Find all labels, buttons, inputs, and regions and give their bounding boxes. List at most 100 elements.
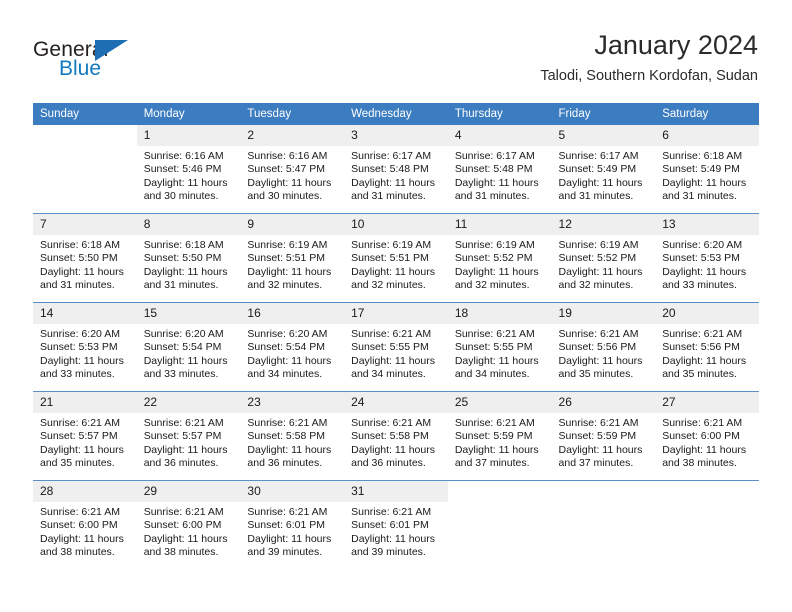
- day-daylight2-text: and 39 minutes.: [247, 546, 323, 559]
- day-sunset-text: Sunset: 5:48 PM: [351, 163, 429, 176]
- calendar-day-cell[interactable]: 8 Sunrise: 6:18 AM Sunset: 5:50 PM Daylight…: [136, 213, 241, 303]
- generalblue-logo[interactable]: General Blue: [33, 38, 153, 82]
- day-number: 15: [136, 303, 241, 324]
- calendar-day-cell[interactable]: 19 Sunrise: 6:21 AM Sunset: 5:56 PM Dayligh…: [551, 302, 656, 392]
- day-daylight2-text: and 39 minutes.: [351, 546, 426, 559]
- day-sunset-text: Sunset: 5:56 PM: [558, 341, 637, 354]
- calendar-day-cell[interactable]: 21 Sunrise: 6:21 AM Sunset: 5:57 PM Dayligh…: [33, 391, 137, 481]
- day-sunset-text: Sunset: 5:54 PM: [247, 341, 326, 354]
- day-number: 18: [447, 303, 552, 324]
- day-number: 29: [136, 481, 241, 502]
- calendar-day-cell[interactable]: 23 Sunrise: 6:21 AM Sunset: 5:58 PM Dayligh…: [240, 391, 345, 481]
- day-sunrise-text: Sunrise: 6:18 AM: [40, 239, 120, 251]
- day-number: 16: [240, 303, 345, 324]
- calendar-day-cell[interactable]: 17 Sunrise: 6:21 AM Sunset: 5:55 PM Dayligh…: [344, 302, 448, 392]
- day-daylight2-text: and 33 minutes.: [40, 368, 115, 381]
- calendar-day-cell[interactable]: 13 Sunrise: 6:20 AM Sunset: 5:53 PM Dayligh…: [655, 213, 759, 303]
- calendar-day-cell[interactable]: 28 Sunrise: 6:21 AM Sunset: 6:00 PM Dayligh…: [33, 480, 137, 569]
- calendar-day-cell[interactable]: 9 Sunrise: 6:19 AM Sunset: 5:51 PM Daylight…: [240, 213, 345, 303]
- calendar-day-cell[interactable]: 5 Sunrise: 6:17 AM Sunset: 5:49 PM Daylight…: [551, 125, 656, 214]
- calendar-day-cell[interactable]: 12 Sunrise: 6:19 AM Sunset: 5:52 PM Dayligh…: [551, 213, 656, 303]
- calendar-day-cell-empty: [33, 125, 137, 214]
- page-subtitle: Talodi, Southern Kordofan, Sudan: [540, 68, 758, 84]
- calendar-day-cell[interactable]: 4 Sunrise: 6:17 AM Sunset: 5:48 PM Daylight…: [447, 125, 552, 214]
- day-sun-details: Sunrise: 6:21 AM Sunset: 5:56 PM Daylight:…: [655, 324, 759, 382]
- calendar-day-cell[interactable]: 14 Sunrise: 6:20 AM Sunset: 5:53 PM Dayligh…: [33, 302, 137, 392]
- day-sunset-text: Sunset: 5:50 PM: [40, 252, 118, 265]
- day-daylight2-text: and 35 minutes.: [662, 368, 737, 381]
- day-sunset-text: Sunset: 5:55 PM: [454, 341, 533, 354]
- day-sun-details: Sunrise: 6:20 AM Sunset: 5:54 PM Daylight:…: [240, 324, 344, 382]
- day-number: 9: [240, 214, 345, 235]
- day-sunrise-text: Sunrise: 6:21 AM: [558, 417, 639, 429]
- day-daylight2-text: and 34 minutes.: [247, 368, 323, 381]
- calendar-day-cell[interactable]: 6 Sunrise: 6:18 AM Sunset: 5:49 PM Daylight…: [655, 125, 759, 214]
- day-sun-details: Sunrise: 6:17 AM Sunset: 5:48 PM Daylight:…: [448, 146, 552, 204]
- day-sun-details: Sunrise: 6:18 AM Sunset: 5:50 PM Daylight:…: [33, 235, 137, 293]
- day-sunrise-text: Sunrise: 6:17 AM: [558, 150, 639, 162]
- calendar-day-cell[interactable]: 22 Sunrise: 6:21 AM Sunset: 5:57 PM Dayligh…: [136, 391, 241, 481]
- calendar-day-cell[interactable]: 1 Sunrise: 6:16 AM Sunset: 5:46 PM Daylight…: [136, 125, 241, 214]
- calendar-week-row: 14 Sunrise: 6:20 AM Sunset: 5:53 PM Dayligh…: [33, 302, 759, 392]
- calendar-day-cell[interactable]: 2 Sunrise: 6:16 AM Sunset: 5:47 PM Daylight…: [240, 125, 345, 214]
- day-sunset-text: Sunset: 6:01 PM: [247, 519, 326, 532]
- day-daylight1-text: Daylight: 11 hours: [40, 265, 124, 278]
- day-number: 6: [655, 125, 759, 146]
- day-sunset-text: Sunset: 5:53 PM: [40, 341, 118, 354]
- day-daylight2-text: and 35 minutes.: [40, 457, 115, 470]
- calendar-day-cell[interactable]: 16 Sunrise: 6:20 AM Sunset: 5:54 PM Dayligh…: [240, 302, 345, 392]
- day-sun-details: Sunrise: 6:21 AM Sunset: 6:00 PM Daylight:…: [137, 502, 241, 560]
- day-number: 12: [551, 214, 656, 235]
- day-daylight2-text: and 31 minutes.: [662, 190, 737, 203]
- day-sunset-text: Sunset: 6:00 PM: [662, 430, 740, 443]
- day-number: [655, 481, 759, 502]
- calendar-day-cell[interactable]: 25 Sunrise: 6:21 AM Sunset: 5:59 PM Dayligh…: [447, 391, 552, 481]
- day-sun-details: Sunrise: 6:21 AM Sunset: 5:55 PM Daylight:…: [344, 324, 448, 382]
- calendar-day-cell[interactable]: 20 Sunrise: 6:21 AM Sunset: 5:56 PM Dayligh…: [655, 302, 759, 392]
- day-number: [33, 125, 137, 146]
- day-daylight1-text: Daylight: 11 hours: [40, 532, 124, 545]
- calendar-day-cell[interactable]: 11 Sunrise: 6:19 AM Sunset: 5:52 PM Dayligh…: [447, 213, 552, 303]
- calendar-day-cell[interactable]: 3 Sunrise: 6:17 AM Sunset: 5:48 PM Daylight…: [344, 125, 448, 214]
- calendar-page: General Blue January 2024 Talodi, Southe…: [0, 0, 792, 612]
- day-sun-details: Sunrise: 6:21 AM Sunset: 6:00 PM Daylight:…: [33, 502, 137, 560]
- day-sunrise-text: Sunrise: 6:20 AM: [662, 239, 743, 251]
- day-number: 13: [655, 214, 759, 235]
- day-daylight2-text: and 38 minutes.: [143, 546, 219, 559]
- day-daylight2-text: and 35 minutes.: [558, 368, 634, 381]
- day-daylight1-text: Daylight: 11 hours: [454, 443, 539, 456]
- calendar-day-cell[interactable]: 31 Sunrise: 6:21 AM Sunset: 6:01 PM Dayligh…: [344, 480, 448, 569]
- calendar-day-cell[interactable]: 18 Sunrise: 6:21 AM Sunset: 5:55 PM Dayligh…: [447, 302, 552, 392]
- day-daylight1-text: Daylight: 11 hours: [351, 354, 435, 367]
- calendar-day-cell[interactable]: 30 Sunrise: 6:21 AM Sunset: 6:01 PM Dayligh…: [240, 480, 345, 569]
- day-daylight2-text: and 34 minutes.: [454, 368, 530, 381]
- calendar-day-cell[interactable]: 15 Sunrise: 6:20 AM Sunset: 5:54 PM Dayligh…: [136, 302, 241, 392]
- day-sunrise-text: Sunrise: 6:21 AM: [454, 328, 535, 340]
- calendar-day-cell[interactable]: 10 Sunrise: 6:19 AM Sunset: 5:51 PM Dayligh…: [344, 213, 448, 303]
- day-number: 22: [136, 392, 241, 413]
- day-sunrise-text: Sunrise: 6:21 AM: [40, 417, 120, 429]
- day-sunset-text: Sunset: 5:59 PM: [558, 430, 637, 443]
- day-sunrise-text: Sunrise: 6:18 AM: [662, 150, 743, 162]
- calendar-body: 1 Sunrise: 6:16 AM Sunset: 5:46 PM Daylight…: [33, 125, 759, 569]
- calendar-day-cell[interactable]: 27 Sunrise: 6:21 AM Sunset: 6:00 PM Dayligh…: [655, 391, 759, 481]
- calendar-day-cell[interactable]: 7 Sunrise: 6:18 AM Sunset: 5:50 PM Daylight…: [33, 213, 137, 303]
- day-sunrise-text: Sunrise: 6:17 AM: [351, 150, 432, 162]
- day-sun-details: Sunrise: 6:21 AM Sunset: 5:55 PM Daylight:…: [448, 324, 552, 382]
- calendar-day-cell[interactable]: 29 Sunrise: 6:21 AM Sunset: 6:00 PM Dayligh…: [136, 480, 241, 569]
- day-sun-details: Sunrise: 6:19 AM Sunset: 5:51 PM Daylight:…: [240, 235, 344, 293]
- day-daylight1-text: Daylight: 11 hours: [351, 443, 435, 456]
- day-sunrise-text: Sunrise: 6:21 AM: [247, 417, 328, 429]
- day-daylight1-text: Daylight: 11 hours: [558, 354, 643, 367]
- day-daylight1-text: Daylight: 11 hours: [143, 443, 228, 456]
- day-sun-details: Sunrise: 6:20 AM Sunset: 5:53 PM Daylight:…: [33, 324, 137, 382]
- weekday-header-friday: Friday: [551, 103, 656, 125]
- day-sun-details: Sunrise: 6:21 AM Sunset: 5:59 PM Daylight:…: [448, 413, 552, 471]
- day-sunset-text: Sunset: 5:49 PM: [662, 163, 740, 176]
- calendar-day-cell[interactable]: 26 Sunrise: 6:21 AM Sunset: 5:59 PM Dayligh…: [551, 391, 656, 481]
- weekday-header-tuesday: Tuesday: [240, 103, 345, 125]
- day-number: 11: [447, 214, 552, 235]
- day-sun-details: Sunrise: 6:21 AM Sunset: 5:56 PM Daylight:…: [552, 324, 656, 382]
- calendar-day-cell[interactable]: 24 Sunrise: 6:21 AM Sunset: 5:58 PM Dayligh…: [344, 391, 448, 481]
- day-daylight1-text: Daylight: 11 hours: [40, 354, 124, 367]
